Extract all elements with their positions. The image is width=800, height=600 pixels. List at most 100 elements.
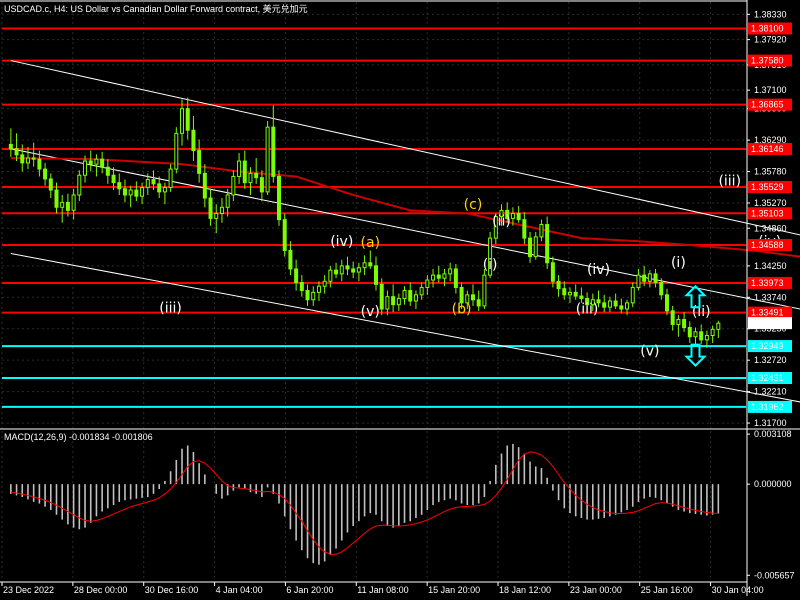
time-tick-label: 23 Dec 2022 [3,585,54,595]
candle-body [231,175,236,196]
time-tick-label: 25 Jan 16:00 [641,585,693,595]
price-tick-label: 1.37100 [754,85,787,95]
candle-body [322,280,327,287]
candle-body [77,174,82,196]
candle-body [219,206,224,214]
candle-body [197,150,202,174]
candle-body [305,290,310,301]
candle-body [208,197,213,219]
candle-body [174,132,179,170]
candle-body [556,280,561,290]
candle-body [288,249,293,270]
candle-body [533,236,538,258]
wave-label: (iv) [330,234,353,250]
candle-body [242,160,247,184]
candle-body [14,148,19,156]
candle-body [43,168,48,180]
candle-body [334,269,339,275]
candle-body [385,296,390,310]
candle-body [522,219,527,239]
macd-tick-label: -0.005657 [754,570,795,580]
time-tick-label: 4 Jan 04:00 [216,585,263,595]
candle-body [510,212,515,219]
candle-body [567,291,572,296]
candle-body [180,108,185,134]
wave-label: (iii) [718,173,741,189]
time-tick-label: 30 Jan 04:00 [712,585,764,595]
candle-body [459,286,464,304]
time-tick-label: 11 Jan 08:00 [357,585,408,595]
candle-body [185,108,190,131]
candle-body [693,331,698,338]
candle-body [162,187,167,193]
price-tick-label: 1.32720 [754,355,787,365]
candle-body [642,274,647,282]
price-tick-label: 1.38330 [754,9,787,19]
wave-label: (a) [361,235,381,251]
resistance-level-label: 1.33491 [751,308,784,318]
candle-body [573,291,578,297]
resistance-level-label: 1.37580 [751,56,784,66]
candle-body [157,183,162,193]
wave-label: (i) [671,255,686,271]
wave-label: (v) [640,344,659,360]
candle-body [682,318,687,329]
candle-body [311,291,316,301]
wave-label: (iv) [587,262,610,278]
candle-body [356,267,361,273]
candle-body [636,274,641,288]
price-tick-label: 1.33740 [754,292,787,302]
candle-body [214,212,219,219]
candle-body [94,158,99,165]
candle-body [60,201,65,208]
candle-body [134,189,139,197]
candle-body [442,273,447,279]
macd-tick-label: 0.003108 [754,429,792,439]
macd-title: MACD(12,26,9) -0.001834 -0.001806 [4,432,153,442]
candle-body [20,154,25,164]
candle-body [528,237,533,258]
candle-body [316,285,321,293]
candle-body [271,126,276,177]
candle-body [362,262,367,269]
wave-label: (b) [452,302,472,318]
candle-body [37,158,42,170]
candle-body [71,194,76,211]
current-price-label: 1.33321 [751,318,784,328]
candle-body [374,265,378,285]
candle-body [716,322,721,330]
candle-body [225,194,230,208]
candle-body [613,300,618,307]
wave-label: (iii) [576,302,599,318]
chart-canvas: (iii) (iv) (a) (v) (b) (c) (ii) (i) (iv) (iii) (v)… [0,0,800,600]
candle-body [339,265,344,275]
candle-body [579,295,584,300]
macd-tick-label: 0.000000 [754,479,792,489]
candle-body [248,172,253,184]
candle-body [259,177,264,193]
candle-body [436,274,441,279]
candle-body [299,282,304,292]
candle-body [396,298,401,306]
wave-label: (ii) [492,213,511,229]
candle-body [140,187,145,197]
candle-body [25,157,30,164]
price-tick-label: 1.35780 [754,167,787,177]
time-tick-label: 18 Jan 12:00 [499,585,551,595]
time-tick-label: 28 Dec 00:00 [74,585,128,595]
candle-body [282,219,287,251]
candle-body [453,268,458,288]
candle-body [391,296,396,306]
candle-body [630,286,635,304]
candle-body [710,328,715,337]
candle-body [100,158,105,168]
wave-label: (v) [361,304,380,320]
candle-body [470,294,475,301]
resistance-level-label: 1.35529 [751,182,784,192]
candle-body [191,129,196,152]
price-tick-label: 1.32210 [754,387,787,397]
candle-body [151,179,156,185]
candle-body [328,269,333,282]
candle-body [545,224,550,264]
candle-body [265,126,270,193]
